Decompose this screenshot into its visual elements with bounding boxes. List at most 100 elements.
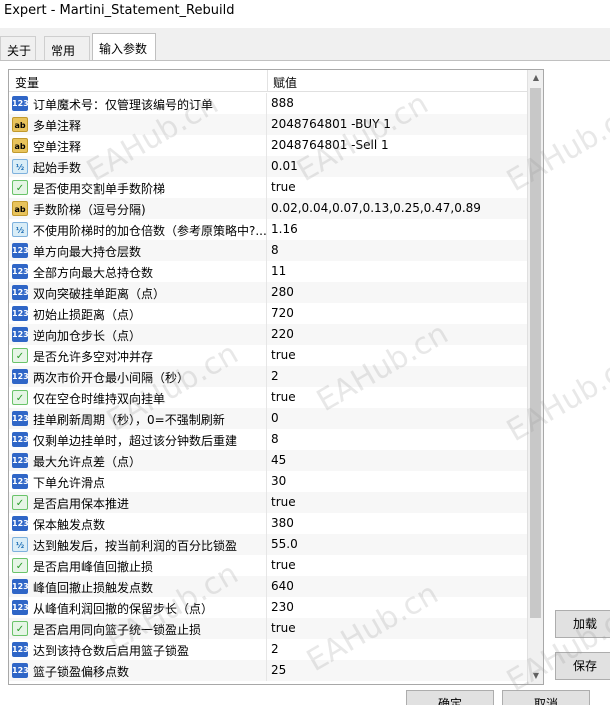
parameter-row[interactable]: 123 最大允许点差（点） 45 (9, 450, 527, 471)
parameter-value[interactable]: true (271, 348, 525, 362)
parameter-name-cell[interactable]: ✓ 是否启用峰值回撤止损 (9, 555, 267, 576)
parameter-value[interactable]: 0.02,0.04,0.07,0.13,0.25,0.47,0.89 (271, 201, 525, 215)
parameter-row[interactable]: ½ 不使用阶梯时的加仓倍数（参考原策略中?... 1.16 (9, 219, 527, 240)
parameter-value[interactable]: 30 (271, 474, 525, 488)
vertical-scrollbar[interactable]: ▲ ▼ (527, 70, 543, 684)
parameter-row[interactable]: 123 双向突破挂单距离（点） 280 (9, 282, 527, 303)
parameter-value[interactable]: 2048764801 -BUY 1 (271, 117, 525, 131)
parameter-row[interactable]: 123 逆向加仓步长（点） 220 (9, 324, 527, 345)
parameter-value[interactable]: 640 (271, 579, 525, 593)
parameter-row[interactable]: ½ 起始手数 0.01 (9, 156, 527, 177)
ok-button[interactable]: 确定 (406, 690, 494, 705)
parameter-row[interactable]: ab 多单注释 2048764801 -BUY 1 (9, 114, 527, 135)
parameter-value[interactable]: 25 (271, 663, 525, 677)
tab-about[interactable]: 关于 (0, 36, 36, 61)
parameter-row[interactable]: 123 保本触发点数 380 (9, 513, 527, 534)
parameter-name-cell[interactable]: ½ 不使用阶梯时的加仓倍数（参考原策略中?... (9, 219, 267, 240)
parameter-name-cell[interactable]: 123 挂单刷新周期（秒），0=不强制刷新 (9, 408, 267, 429)
parameter-name-cell[interactable]: 123 篮子锁盈偏移点数 (9, 660, 267, 681)
parameter-name-cell[interactable]: ½ 达到触发后，按当前利润的百分比锁盈 (9, 534, 267, 555)
parameter-row[interactable]: ✓ 是否使用交割单手数阶梯 true (9, 177, 527, 198)
scroll-up-icon[interactable]: ▲ (528, 70, 543, 86)
parameter-name-cell[interactable]: ½ 起始手数 (9, 156, 267, 177)
parameter-name-cell[interactable]: 123 从峰值利润回撤的保留步长（点） (9, 597, 267, 618)
parameter-name-cell[interactable]: 123 双向突破挂单距离（点） (9, 282, 267, 303)
parameter-name-cell[interactable]: 123 两次市价开仓最小间隔（秒） (9, 366, 267, 387)
tab-common[interactable]: 常用 (44, 36, 90, 61)
scroll-down-icon[interactable]: ▼ (528, 668, 543, 684)
parameter-value[interactable]: 11 (271, 264, 525, 278)
save-button[interactable]: 保存 (555, 652, 610, 680)
parameter-name-cell[interactable]: ab 空单注释 (9, 135, 267, 156)
parameter-name-cell[interactable]: ab 手数阶梯（逗号分隔) (9, 198, 267, 219)
parameter-value[interactable]: true (271, 180, 525, 194)
parameter-value[interactable]: 280 (271, 285, 525, 299)
parameter-row[interactable]: 123 达到该持仓数后启用篮子锁盈 2 (9, 639, 527, 660)
parameter-value[interactable]: 0 (271, 411, 525, 425)
header-variable[interactable]: 变量 (15, 74, 39, 91)
scroll-thumb[interactable] (530, 88, 541, 618)
parameter-row[interactable]: 123 峰值回撤止损触发点数 640 (9, 576, 527, 597)
parameter-value[interactable]: 2048764801 -Sell 1 (271, 138, 525, 152)
string-type-icon: ab (12, 201, 28, 216)
load-button[interactable]: 加载 (555, 610, 610, 638)
parameter-name-cell[interactable]: 123 订单魔术号：仅管理该编号的订单 (9, 93, 267, 114)
parameter-value[interactable]: 1.16 (271, 222, 525, 236)
parameter-name-cell[interactable]: 123 最大允许点差（点） (9, 450, 267, 471)
parameter-row[interactable]: 123 两次市价开仓最小间隔（秒） 2 (9, 366, 527, 387)
parameter-row[interactable]: ab 空单注释 2048764801 -Sell 1 (9, 135, 527, 156)
parameter-name-cell[interactable]: ✓ 仅在空仓时维持双向挂单 (9, 387, 267, 408)
parameter-row[interactable]: 123 仅剩单边挂单时，超过该分钟数后重建 8 (9, 429, 527, 450)
parameter-name-cell[interactable]: 123 保本触发点数 (9, 513, 267, 534)
parameter-row[interactable]: 123 初始止损距离（点） 720 (9, 303, 527, 324)
parameter-row[interactable]: 123 篮子锁盈偏移点数 25 (9, 660, 527, 681)
parameter-value[interactable]: 0.01 (271, 159, 525, 173)
parameter-value[interactable]: true (271, 621, 525, 635)
parameter-row[interactable]: 123 全部方向最大总持仓数 11 (9, 261, 527, 282)
parameter-name-cell[interactable]: 123 下单允许滑点 (9, 471, 267, 492)
parameter-value[interactable]: 8 (271, 243, 525, 257)
parameter-value[interactable]: 2 (271, 642, 525, 656)
parameter-row[interactable]: 123 下单允许滑点 30 (9, 471, 527, 492)
parameter-row[interactable]: ½ 达到触发后，按当前利润的百分比锁盈 55.0 (9, 534, 527, 555)
parameter-row[interactable]: 123 从峰值利润回撤的保留步长（点） 230 (9, 597, 527, 618)
parameter-value[interactable]: 888 (271, 96, 525, 110)
parameter-value[interactable]: true (271, 495, 525, 509)
parameter-row[interactable]: ✓ 是否允许多空对冲并存 true (9, 345, 527, 366)
parameter-name-cell[interactable]: ✓ 是否启用保本推进 (9, 492, 267, 513)
parameter-value[interactable]: 2 (271, 369, 525, 383)
parameter-name-cell[interactable]: 123 全部方向最大总持仓数 (9, 261, 267, 282)
parameter-name-cell[interactable]: 123 仅剩单边挂单时，超过该分钟数后重建 (9, 429, 267, 450)
parameter-row[interactable]: ✓ 仅在空仓时维持双向挂单 true (9, 387, 527, 408)
parameter-name-cell[interactable]: ✓ 是否使用交割单手数阶梯 (9, 177, 267, 198)
parameter-value[interactable]: 8 (271, 432, 525, 446)
parameter-name-cell[interactable]: ✓ 是否启用同向篮子统一锁盈止损 (9, 618, 267, 639)
parameter-row[interactable]: ✓ 是否启用保本推进 true (9, 492, 527, 513)
tab-inputs[interactable]: 输入参数 (92, 33, 156, 62)
parameter-row[interactable]: 123 挂单刷新周期（秒），0=不强制刷新 0 (9, 408, 527, 429)
parameter-name-cell[interactable]: ✓ 是否允许多空对冲并存 (9, 345, 267, 366)
parameter-value[interactable]: 230 (271, 600, 525, 614)
parameter-value[interactable]: 220 (271, 327, 525, 341)
cancel-button[interactable]: 取消 (502, 690, 590, 705)
parameter-value[interactable]: true (271, 558, 525, 572)
parameter-row[interactable]: ✓ 是否启用峰值回撤止损 true (9, 555, 527, 576)
parameter-value[interactable]: 720 (271, 306, 525, 320)
parameter-value[interactable]: 380 (271, 516, 525, 530)
parameter-name-cell[interactable]: ab 多单注释 (9, 114, 267, 135)
parameter-name-cell[interactable]: 123 峰值回撤止损触发点数 (9, 576, 267, 597)
parameter-name-cell[interactable]: 123 单方向最大持仓层数 (9, 240, 267, 261)
parameter-row[interactable]: ✓ 是否启用同向篮子统一锁盈止损 true (9, 618, 527, 639)
parameter-value[interactable]: 45 (271, 453, 525, 467)
parameter-name-cell[interactable]: 123 逆向加仓步长（点） (9, 324, 267, 345)
parameter-row[interactable]: 123 订单魔术号：仅管理该编号的订单 888 (9, 93, 527, 114)
parameter-name: 是否使用交割单手数阶梯 (33, 182, 166, 196)
parameter-value[interactable]: true (271, 390, 525, 404)
parameter-name-cell[interactable]: 123 初始止损距离（点） (9, 303, 267, 324)
parameter-row[interactable]: ab 手数阶梯（逗号分隔) 0.02,0.04,0.07,0.13,0.25,0.4… (9, 198, 527, 219)
header-value[interactable]: 赋值 (273, 74, 297, 91)
parameter-name-cell[interactable]: 123 达到该持仓数后启用篮子锁盈 (9, 639, 267, 660)
parameter-row[interactable]: 123 单方向最大持仓层数 8 (9, 240, 527, 261)
header-divider[interactable] (267, 70, 268, 92)
parameter-value[interactable]: 55.0 (271, 537, 525, 551)
